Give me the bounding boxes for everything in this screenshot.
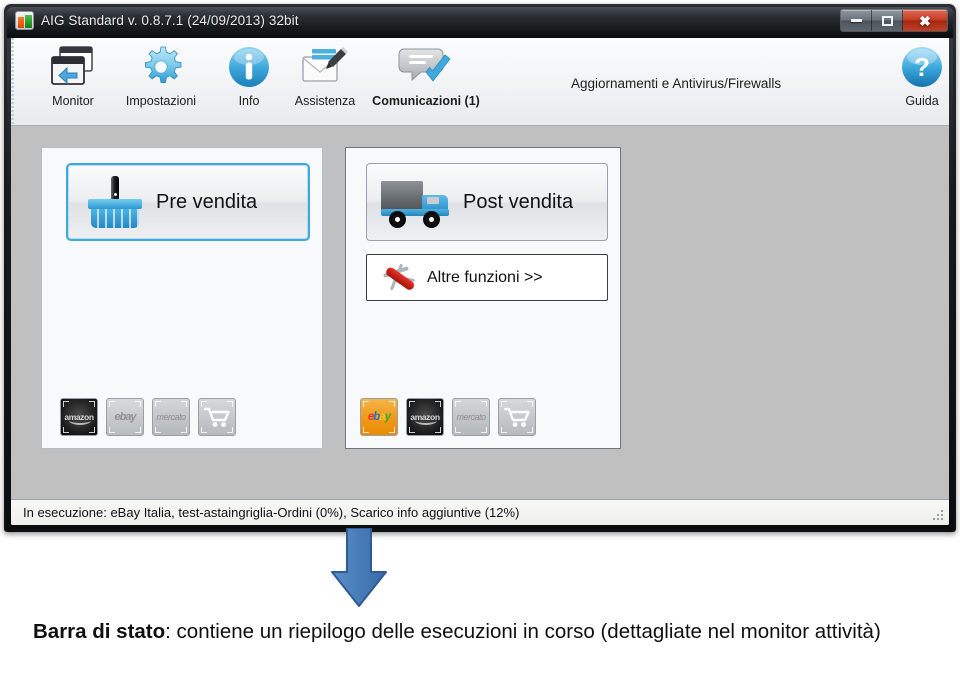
toolbar-label-impostazioni: Impostazioni [125, 94, 197, 108]
marketplace-label-mercato: mercato [156, 412, 186, 422]
toolbar-item-guida[interactable]: ? Guida [883, 42, 949, 122]
marketplace-strip-right: ebay amazon mercato [360, 398, 536, 436]
panel-pre-vendita: Pre vendita amazon ebay mercato [41, 147, 323, 449]
toolbar-item-comunicazioni[interactable]: Comunicazioni (1) [363, 42, 489, 122]
status-bar-text: In esecuzione: eBay Italia, test-astaing… [23, 505, 520, 520]
altre-funzioni-label: Altre funzioni >> [427, 268, 543, 286]
marketplace-label-ebay: ebay [114, 411, 136, 423]
toolbar-label-monitor: Monitor [52, 94, 94, 108]
panel-post-vendita: Post vendita Altre funzioni >> ebay amaz… [345, 147, 621, 449]
altre-funzioni-button[interactable]: Altre funzioni >> [366, 254, 608, 301]
toolbar-label-info: Info [238, 94, 260, 108]
client-area: Monitor Impostazioni Info Assistenza Com… [11, 38, 949, 525]
minimize-button[interactable] [841, 10, 872, 31]
info-circle-icon [226, 42, 272, 92]
shopping-cart-icon [204, 407, 230, 427]
question-circle-icon: ? [899, 42, 945, 92]
ribbon-section-title: Aggiornamenti e Antivirus/Firewalls [571, 76, 782, 91]
marketplace-icon-mercato-right[interactable]: mercato [452, 398, 490, 436]
marketplace-icon-ebay-active[interactable]: ebay [360, 398, 398, 436]
toolbar: Monitor Impostazioni Info Assistenza Com… [11, 38, 949, 126]
swiss-knife-icon [381, 261, 421, 295]
monitor-windows-icon [50, 42, 96, 92]
svg-text:?: ? [914, 52, 930, 82]
chat-check-icon [398, 42, 454, 92]
close-button[interactable]: ✖ [903, 10, 947, 31]
marketplace-strip-left: amazon ebay mercato [60, 398, 236, 436]
window-controls: ✖ [840, 9, 948, 32]
marketplace-icon-ebay[interactable]: ebay [106, 398, 144, 436]
toolbar-item-impostazioni[interactable]: Impostazioni [115, 42, 207, 122]
caption-text: Barra di stato: contiene un riepilogo de… [33, 616, 923, 647]
application-window: AIG Standard v. 0.8.7.1 (24/09/2013) 32b… [4, 4, 956, 532]
title-bar-left: AIG Standard v. 0.8.7.1 (24/09/2013) 32b… [15, 11, 299, 30]
maximize-button[interactable] [872, 10, 903, 31]
marketplace-label-mercato-right: mercato [456, 412, 486, 422]
title-bar[interactable]: AIG Standard v. 0.8.7.1 (24/09/2013) 32b… [7, 7, 953, 38]
window-title: AIG Standard v. 0.8.7.1 (24/09/2013) 32b… [41, 13, 299, 28]
amazon-smile-icon-right [415, 416, 437, 425]
caption-bold: Barra di stato [33, 620, 166, 643]
pre-vendita-label: Pre vendita [156, 190, 258, 213]
marketplace-icon-cart[interactable] [198, 398, 236, 436]
window-frame: AIG Standard v. 0.8.7.1 (24/09/2013) 32b… [7, 7, 953, 529]
toolbar-label-comunicazioni: Comunicazioni (1) [372, 94, 480, 108]
amazon-smile-icon [69, 416, 91, 425]
marketplace-icon-amazon-right[interactable]: amazon [406, 398, 444, 436]
marketplace-icon-mercato[interactable]: mercato [152, 398, 190, 436]
shopping-basket-icon [84, 176, 146, 228]
down-arrow-icon [318, 527, 400, 610]
delivery-truck-icon [381, 175, 455, 229]
shopping-cart-icon-right [504, 407, 530, 427]
toolbar-item-assistenza[interactable]: Assistenza [279, 42, 371, 122]
marketplace-label-ebay-active: ebay [367, 411, 391, 423]
gear-icon [138, 42, 184, 92]
maximize-icon [881, 15, 893, 26]
post-vendita-button[interactable]: Post vendita [366, 163, 608, 241]
close-icon: ✖ [919, 12, 931, 29]
status-bar: In esecuzione: eBay Italia, test-astaing… [11, 499, 949, 525]
marketplace-icon-amazon[interactable]: amazon [60, 398, 98, 436]
toolbar-label-guida: Guida [905, 94, 939, 108]
minimize-icon [850, 19, 862, 22]
resize-grip-icon[interactable] [933, 510, 945, 522]
marketplace-icon-cart-right[interactable] [498, 398, 536, 436]
toolbar-label-assistenza: Assistenza [294, 94, 356, 108]
caption-rest: : contiene un riepilogo delle esecuzioni… [165, 620, 881, 643]
pre-vendita-button[interactable]: Pre vendita [66, 163, 310, 241]
toolbar-item-monitor[interactable]: Monitor [27, 42, 119, 122]
envelope-pencil-icon [300, 42, 350, 92]
post-vendita-label: Post vendita [463, 190, 574, 213]
aig-app-icon [15, 11, 34, 30]
